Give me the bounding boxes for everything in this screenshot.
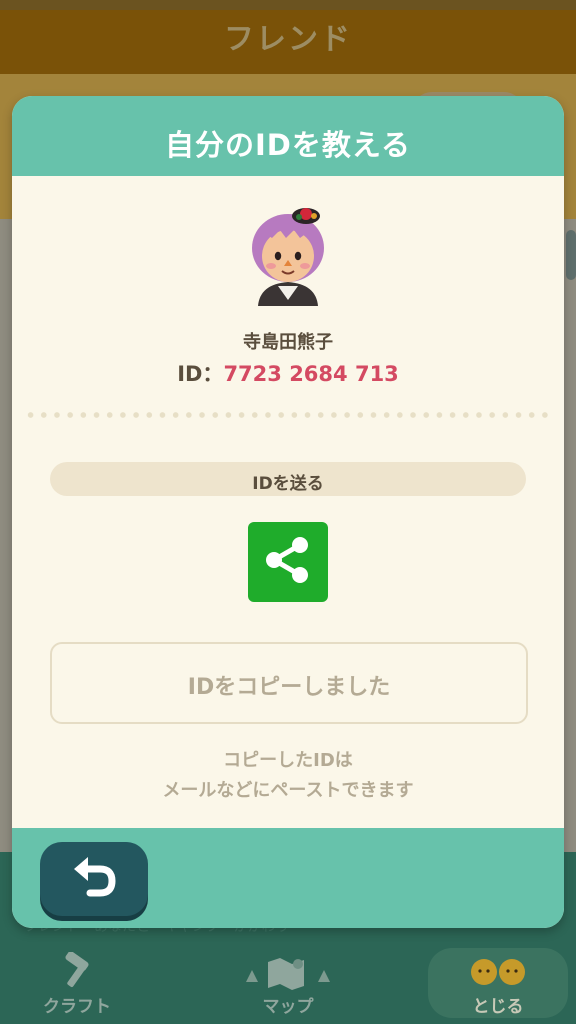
dialog-title: 自分のIDを教える	[165, 128, 411, 162]
background-scrollbar	[566, 230, 576, 280]
tab-map[interactable]: マップ	[233, 952, 343, 1017]
copy-id-button[interactable]: IDをコピーしました	[50, 642, 528, 724]
tab-craft-label: クラフト	[43, 997, 111, 1017]
copy-note-line-1: コピーしたIDは	[223, 750, 353, 771]
player-id-line: ID：7723 2684 713	[12, 358, 564, 388]
player-id-label: ID：	[177, 362, 224, 386]
player-avatar	[242, 204, 334, 306]
copy-id-button-label: IDをコピーしました	[187, 675, 391, 700]
back-arrow-icon	[70, 855, 118, 903]
user-name: 寺島田熊子	[243, 332, 333, 353]
map-icon	[233, 952, 343, 990]
copy-note-line-2: メールなどにペーストできます	[162, 780, 414, 801]
tab-craft[interactable]: クラフト	[22, 951, 132, 1017]
villagers-icon	[443, 952, 553, 990]
tab-close[interactable]: とじる	[443, 952, 553, 1017]
dotted-divider	[24, 411, 552, 419]
hammer-icon	[22, 951, 132, 990]
tab-close-label: とじる	[472, 997, 524, 1017]
background-header-title: フレンド	[224, 22, 352, 57]
send-id-label: IDを送る	[252, 474, 324, 494]
tab-map-label: マップ	[262, 997, 314, 1017]
send-id-section-header: IDを送る	[50, 462, 526, 496]
share-id-dialog: 自分のIDを教える 寺島田熊子 ID：7723 2684 713 IDを送る I…	[12, 96, 564, 928]
player-id-value: 7723 2684 713	[223, 362, 399, 386]
share-button[interactable]	[248, 522, 328, 602]
copy-note: コピーしたIDは メールなどにペーストできます	[12, 746, 564, 806]
share-icon	[258, 530, 318, 594]
back-button[interactable]	[40, 842, 148, 916]
